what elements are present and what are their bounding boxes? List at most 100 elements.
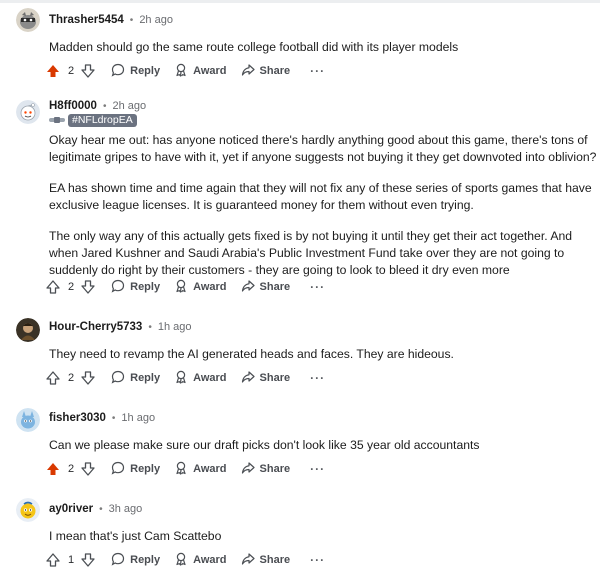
award-icon [174, 552, 188, 569]
more-options-icon[interactable]: ··· [310, 462, 325, 476]
vote-controls: 1 [44, 551, 97, 569]
separator-dot: • [99, 503, 103, 515]
award-button[interactable]: Award [174, 63, 227, 80]
reply-button[interactable]: Reply [111, 279, 160, 296]
award-icon [174, 370, 188, 387]
timestamp[interactable]: 2h ago [112, 100, 146, 112]
comment-paragraph: Okay hear me out: has anyone noticed the… [49, 133, 597, 164]
share-button[interactable]: Share [241, 461, 291, 478]
separator-dot: • [111, 412, 116, 424]
share-icon [241, 63, 255, 80]
share-label: Share [259, 554, 291, 566]
comment-body: They need to revamp the AI generated hea… [49, 346, 597, 363]
comment-meta: fisher3030 • 1h ago [49, 410, 155, 426]
more-options-icon[interactable]: ··· [310, 371, 325, 385]
share-button[interactable]: Share [241, 552, 291, 569]
reply-label: Reply [130, 281, 161, 293]
reply-icon [111, 63, 125, 80]
award-button[interactable]: Award [174, 370, 227, 387]
award-label: Award [193, 281, 227, 293]
award-icon [174, 461, 188, 478]
reply-icon [111, 370, 125, 387]
vote-controls: 2 [44, 369, 97, 387]
share-button[interactable]: Share [241, 279, 291, 296]
award-label: Award [193, 554, 227, 566]
downvote-icon[interactable] [79, 369, 97, 387]
share-icon [241, 279, 255, 296]
award-button[interactable]: Award [174, 461, 227, 478]
reply-button[interactable]: Reply [111, 461, 160, 478]
avatar[interactable] [16, 100, 40, 124]
timestamp[interactable]: 1h ago [121, 412, 155, 424]
downvote-icon[interactable] [79, 460, 97, 478]
award-button[interactable]: Award [174, 552, 227, 569]
user-flair: #NFLdropEA [49, 113, 137, 127]
comment-actions: 2 Reply Award Share ··· [44, 59, 325, 83]
comment-meta: H8ff0000 • 2h ago [49, 98, 146, 114]
more-options-icon[interactable]: ··· [310, 64, 325, 78]
nfl-logo-icon [49, 115, 65, 125]
share-label: Share [259, 463, 291, 475]
comment-actions: 2 Reply Award Share ··· [44, 457, 325, 481]
upvote-icon[interactable] [44, 62, 62, 80]
reply-icon [111, 461, 125, 478]
comment-body: Madden should go the same route college … [49, 39, 597, 56]
username[interactable]: fisher3030 [49, 412, 106, 424]
award-label: Award [193, 372, 227, 384]
vote-count: 2 [68, 281, 75, 293]
comment-actions: 2 Reply Award Share ··· [44, 366, 325, 390]
comment-paragraph: Can we please make sure our draft picks … [49, 438, 480, 452]
comment-paragraph: Madden should go the same route college … [49, 40, 459, 54]
timestamp[interactable]: 2h ago [139, 14, 173, 26]
more-options-icon[interactable]: ··· [310, 553, 325, 567]
avatar[interactable] [16, 318, 40, 342]
vote-count: 1 [68, 554, 75, 566]
share-icon [241, 552, 255, 569]
flair-text: #NFLdropEA [68, 113, 137, 127]
reply-label: Reply [130, 554, 161, 566]
vote-count: 2 [68, 65, 75, 77]
upvote-icon[interactable] [44, 551, 62, 569]
share-button[interactable]: Share [241, 370, 290, 387]
upvote-icon[interactable] [44, 369, 62, 387]
upvote-icon[interactable] [44, 278, 62, 296]
separator-dot: • [148, 321, 152, 333]
comment-paragraph: I mean that's just Cam Scattebo [49, 529, 222, 543]
share-icon [241, 370, 255, 387]
award-icon [174, 279, 188, 296]
separator-dot: • [129, 14, 134, 26]
more-options-icon[interactable]: ··· [310, 280, 325, 294]
username[interactable]: ay0river [49, 503, 93, 515]
downvote-icon[interactable] [79, 278, 97, 296]
vote-controls: 2 [44, 62, 97, 80]
upvote-icon[interactable] [44, 460, 62, 478]
vote-count: 2 [68, 463, 75, 475]
username[interactable]: Thrasher5454 [49, 14, 124, 26]
username[interactable]: Hour-Cherry5733 [49, 321, 142, 333]
reply-button[interactable]: Reply [111, 552, 160, 569]
reply-label: Reply [130, 65, 161, 77]
avatar[interactable] [16, 8, 40, 32]
share-label: Share [259, 281, 291, 293]
share-icon [241, 461, 255, 478]
comment-body: Okay hear me out: has anyone noticed the… [49, 132, 597, 279]
username[interactable]: H8ff0000 [49, 100, 97, 112]
award-icon [174, 63, 188, 80]
reply-icon [111, 279, 125, 296]
reply-button[interactable]: Reply [111, 63, 160, 80]
timestamp[interactable]: 1h ago [158, 321, 192, 333]
timestamp[interactable]: 3h ago [109, 503, 143, 515]
avatar[interactable] [16, 408, 40, 432]
downvote-icon[interactable] [79, 62, 97, 80]
share-button[interactable]: Share [241, 63, 290, 80]
comment-body: Can we please make sure our draft picks … [49, 437, 597, 454]
reply-icon [111, 552, 125, 569]
downvote-icon[interactable] [79, 551, 97, 569]
reply-label: Reply [130, 463, 161, 475]
avatar[interactable] [16, 498, 40, 522]
reply-button[interactable]: Reply [111, 370, 160, 387]
comment-paragraph: EA has shown time and time again that th… [49, 181, 592, 212]
comment-body: I mean that's just Cam Scattebo [49, 528, 597, 545]
award-label: Award [193, 65, 227, 77]
award-button[interactable]: Award [174, 279, 227, 296]
